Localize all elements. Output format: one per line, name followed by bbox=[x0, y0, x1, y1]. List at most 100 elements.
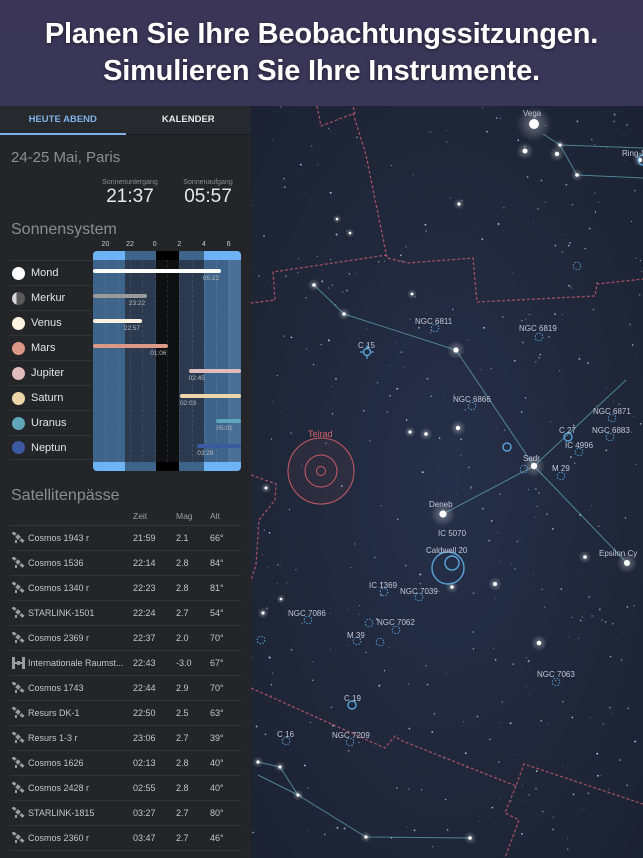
sky-label-c19[interactable]: C 19 bbox=[344, 694, 361, 703]
star[interactable] bbox=[410, 292, 414, 296]
satellite-row[interactable]: STARLINK-1501 22:24 2.7 54° bbox=[10, 601, 241, 626]
sky-label-ring[interactable]: Ring-N bbox=[622, 149, 643, 158]
star[interactable] bbox=[554, 151, 560, 157]
faint-star bbox=[594, 211, 597, 213]
sky-label-telrad[interactable]: Telrad bbox=[308, 429, 333, 439]
star[interactable] bbox=[408, 430, 412, 434]
star[interactable] bbox=[424, 432, 428, 436]
star[interactable] bbox=[583, 555, 587, 559]
sky-label-m39[interactable]: M 39 bbox=[347, 631, 365, 640]
tab-heute-abend[interactable]: HEUTE ABEND bbox=[0, 106, 126, 135]
star[interactable] bbox=[278, 765, 282, 769]
satellite-row[interactable]: Cosmos 2369 r 22:37 2.0 70° bbox=[10, 626, 241, 651]
star[interactable] bbox=[450, 585, 454, 589]
sky-label-vega[interactable]: Vega bbox=[523, 109, 542, 118]
faint-star bbox=[578, 357, 581, 360]
star[interactable] bbox=[493, 582, 497, 586]
nebula-outline-marker[interactable] bbox=[444, 555, 460, 571]
deep-sky-object-marker[interactable] bbox=[572, 261, 582, 271]
vega-star[interactable] bbox=[529, 119, 539, 129]
deep-sky-object-marker[interactable] bbox=[391, 625, 401, 635]
deep-sky-object-marker[interactable] bbox=[364, 618, 374, 628]
sky-label-m29[interactable]: M 29 bbox=[552, 464, 570, 473]
star[interactable] bbox=[261, 611, 265, 615]
deep-sky-object-marker[interactable] bbox=[556, 471, 566, 481]
star[interactable] bbox=[312, 283, 316, 287]
star[interactable] bbox=[457, 202, 461, 206]
tab-kalender[interactable]: KALENDER bbox=[126, 106, 252, 134]
faint-star bbox=[408, 727, 411, 730]
star[interactable] bbox=[558, 143, 562, 147]
sky-label-ngc7063[interactable]: NGC 7063 bbox=[537, 670, 575, 679]
sky-label-ngc6811[interactable]: NGC 6811 bbox=[415, 317, 453, 326]
star[interactable] bbox=[348, 231, 352, 235]
star[interactable] bbox=[264, 486, 268, 490]
star[interactable] bbox=[364, 835, 368, 839]
sky-label-ngc6819[interactable]: NGC 6819 bbox=[519, 324, 557, 333]
sky-label-ngc7062[interactable]: NGC 7062 bbox=[377, 618, 415, 627]
faint-star bbox=[343, 827, 346, 830]
deep-sky-object-marker[interactable] bbox=[551, 677, 561, 687]
deneb-star[interactable] bbox=[439, 510, 447, 518]
satellite-row[interactable]: STARLINK-1815 03:27 2.7 80° bbox=[10, 801, 241, 826]
deep-sky-object-marker[interactable] bbox=[256, 635, 266, 645]
sky-label-caldwell20[interactable]: Caldwell 20 bbox=[426, 546, 468, 555]
star[interactable] bbox=[296, 793, 300, 797]
faint-star bbox=[571, 616, 573, 619]
star[interactable] bbox=[522, 148, 528, 154]
sky-label-c27[interactable]: C 27 bbox=[559, 426, 576, 435]
faint-star bbox=[597, 526, 599, 527]
star[interactable] bbox=[342, 312, 346, 316]
deep-sky-object-marker[interactable] bbox=[375, 637, 385, 647]
sky-label-ngc7086[interactable]: NGC 7086 bbox=[288, 609, 326, 618]
sky-label-ngc6871[interactable]: NGC 6871 bbox=[593, 407, 631, 416]
star[interactable] bbox=[455, 425, 461, 431]
sky-label-c16[interactable]: C 16 bbox=[277, 730, 294, 739]
telrad-ring[interactable] bbox=[287, 437, 355, 505]
star[interactable] bbox=[279, 597, 283, 601]
sky-label-ic1369[interactable]: IC 1369 bbox=[369, 581, 398, 590]
faint-star bbox=[540, 179, 543, 182]
sky-label-ngc7039[interactable]: NGC 7039 bbox=[400, 587, 438, 596]
satellite-row[interactable]: Cosmos 1943 r 21:59 2.1 66° bbox=[10, 526, 241, 551]
star[interactable] bbox=[536, 640, 542, 646]
star[interactable] bbox=[335, 217, 339, 221]
faint-star bbox=[536, 765, 538, 767]
pass-time: 22:50 bbox=[133, 708, 156, 718]
satellite-row[interactable]: Cosmos 1626 02:13 2.8 40° bbox=[10, 751, 241, 776]
star[interactable] bbox=[453, 347, 459, 353]
sky-map-canvas[interactable]: Vega Ring-N NGC 6811 NGC 6819 C 15 NGC 6866 NG… bbox=[251, 106, 643, 858]
faint-star bbox=[601, 619, 603, 621]
epsilon-cygni-star[interactable] bbox=[624, 560, 630, 566]
satellite-row[interactable]: Resurs 1-3 r 23:06 2.7 39° bbox=[10, 726, 241, 751]
faint-star bbox=[303, 764, 306, 767]
star[interactable] bbox=[575, 173, 579, 177]
faint-star bbox=[297, 272, 299, 274]
satellite-row[interactable]: Cosmos 2428 r 02:55 2.8 40° bbox=[10, 776, 241, 801]
sky-label-ngc7209[interactable]: NGC 7209 bbox=[332, 731, 370, 740]
sky-label-deneb[interactable]: Deneb bbox=[429, 500, 453, 509]
sky-label-ngc6866[interactable]: NGC 6866 bbox=[453, 395, 491, 404]
satellite-row[interactable]: Cosmos 1743 22:44 2.9 70° bbox=[10, 676, 241, 701]
satellite-row[interactable]: Cosmos 2360 r 03:47 2.7 46° bbox=[10, 826, 241, 851]
sky-label-ngc6883[interactable]: NGC 6883 bbox=[592, 426, 630, 435]
star[interactable] bbox=[256, 760, 260, 764]
faint-star bbox=[346, 598, 348, 600]
star[interactable] bbox=[468, 836, 472, 840]
satellite-row[interactable]: Internationale Raumst... 22:43 -3.0 67° bbox=[10, 651, 241, 676]
sky-label-ic5070[interactable]: IC 5070 bbox=[438, 529, 467, 538]
sky-label-epsilon[interactable]: Epsilon Cy bbox=[599, 549, 637, 558]
satellite-row[interactable]: Cosmos 1536 22:14 2.8 84° bbox=[10, 551, 241, 576]
planet-name: Neptun bbox=[31, 441, 67, 454]
sky-label-c15[interactable]: C 15 bbox=[358, 341, 375, 350]
satellite-row[interactable]: Resurs DK-1 22:50 2.5 63° bbox=[10, 701, 241, 726]
hour-gridline bbox=[179, 260, 181, 462]
satellite-row[interactable]: Cosmos 1340 r 22:23 2.8 81° bbox=[10, 576, 241, 601]
sky-label-ic4996[interactable]: IC 4996 bbox=[565, 441, 594, 450]
sky-map[interactable]: Vega Ring-N NGC 6811 NGC 6819 C 15 NGC 6866 NG… bbox=[251, 106, 643, 858]
nebula-outline-marker[interactable] bbox=[502, 442, 512, 452]
deep-sky-object-marker[interactable] bbox=[534, 332, 544, 342]
satellite-icon bbox=[11, 706, 25, 719]
sadr-star[interactable] bbox=[530, 462, 538, 470]
sky-label-sadr[interactable]: Sadr bbox=[523, 454, 540, 463]
